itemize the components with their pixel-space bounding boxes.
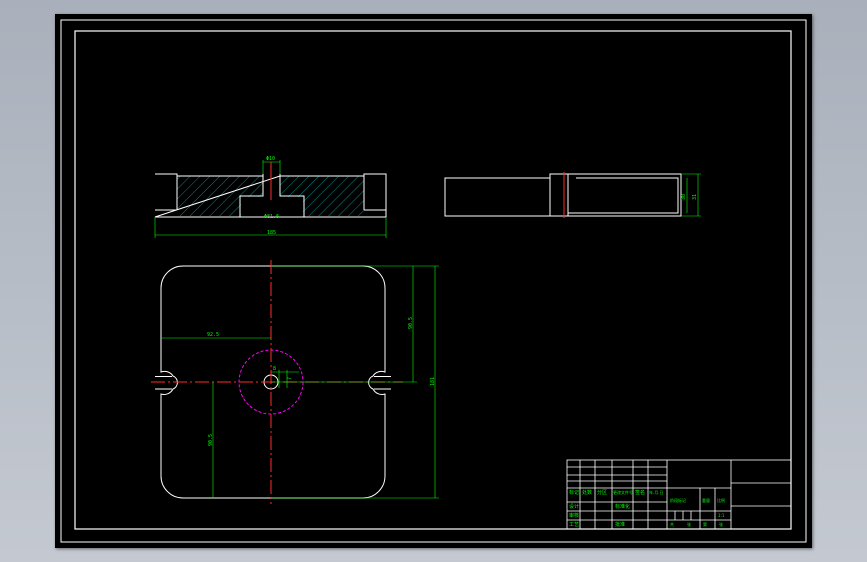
tb-r2-c1: 设计 bbox=[569, 503, 579, 510]
tb-r1-c4: 更改文件号 bbox=[613, 489, 633, 495]
outer-border bbox=[60, 19, 807, 543]
plan-dim-lower: 90.5 bbox=[208, 434, 214, 446]
front-dim-bore: Φ81.6 bbox=[264, 214, 279, 220]
front-section-view: Φ10 Φ81.6 185 bbox=[154, 156, 387, 238]
tb-r4-c4: 批准 bbox=[615, 521, 625, 528]
tb-r1-c2: 处数 bbox=[582, 489, 592, 496]
plan-view: 92.5 8 7 90.5 90.5 181 bbox=[151, 260, 439, 504]
side-dim-inner: 30 bbox=[681, 194, 687, 200]
plan-dim-hole: 8 bbox=[273, 366, 276, 372]
tb-sheet-4: 张 bbox=[719, 521, 723, 527]
tb-r3-c1: 审核 bbox=[569, 512, 579, 519]
side-outline bbox=[444, 173, 682, 217]
plan-dim-halfwidth: 92.5 bbox=[207, 332, 219, 338]
tb-sheet-3: 第 bbox=[703, 521, 707, 527]
title-block-text: 标记 处数 分区 更改文件号 签名 年.月.日 设计 标准化 审核 工艺 批准 … bbox=[569, 489, 725, 528]
plan-slot-left bbox=[155, 376, 172, 390]
tb-scale-value: 1:1 bbox=[718, 513, 725, 518]
tb-r2-c4: 标准化 bbox=[615, 503, 630, 510]
side-dim-outer: 31 bbox=[692, 194, 698, 200]
title-block-grid-right bbox=[731, 482, 791, 507]
plan-dim-hole-offset: 7 bbox=[287, 377, 293, 380]
tb-sheet-2: 张 bbox=[687, 521, 691, 527]
tb-r4-c1: 工艺 bbox=[569, 522, 579, 528]
plan-dim-hole-lines bbox=[271, 370, 299, 388]
tb-r1-c3: 分区 bbox=[597, 489, 607, 496]
plan-dim-height: 181 bbox=[430, 377, 436, 386]
plan-dim-halfheight: 90.5 bbox=[408, 317, 414, 329]
tb-r1-c6: 年.月.日 bbox=[649, 489, 664, 495]
tb-r1-c5: 签名 bbox=[635, 489, 645, 496]
inner-border bbox=[74, 30, 792, 530]
tb-r1-c1: 标记 bbox=[569, 489, 579, 496]
cad-drawing: Φ10 Φ81.6 185 30 31 92.5 8 7 90.5 90.5 1… bbox=[60, 19, 807, 543]
side-view: 30 31 bbox=[444, 172, 701, 218]
tb-weight-label: 重量 bbox=[702, 497, 710, 503]
title-block-grid-middle bbox=[667, 460, 732, 529]
drawing-sheet: Φ10 Φ81.6 185 30 31 92.5 8 7 90.5 90.5 1… bbox=[55, 14, 812, 548]
front-dim-width: 185 bbox=[267, 230, 276, 236]
plan-dim-right-lines bbox=[271, 265, 439, 499]
front-dim-top: Φ10 bbox=[266, 156, 275, 162]
tb-scale-label: 比例 bbox=[717, 497, 725, 503]
tb-stage-label: 阶段标记 bbox=[670, 497, 686, 503]
tb-sheet-1: 共 bbox=[670, 521, 674, 527]
plan-slot-right bbox=[374, 376, 391, 390]
